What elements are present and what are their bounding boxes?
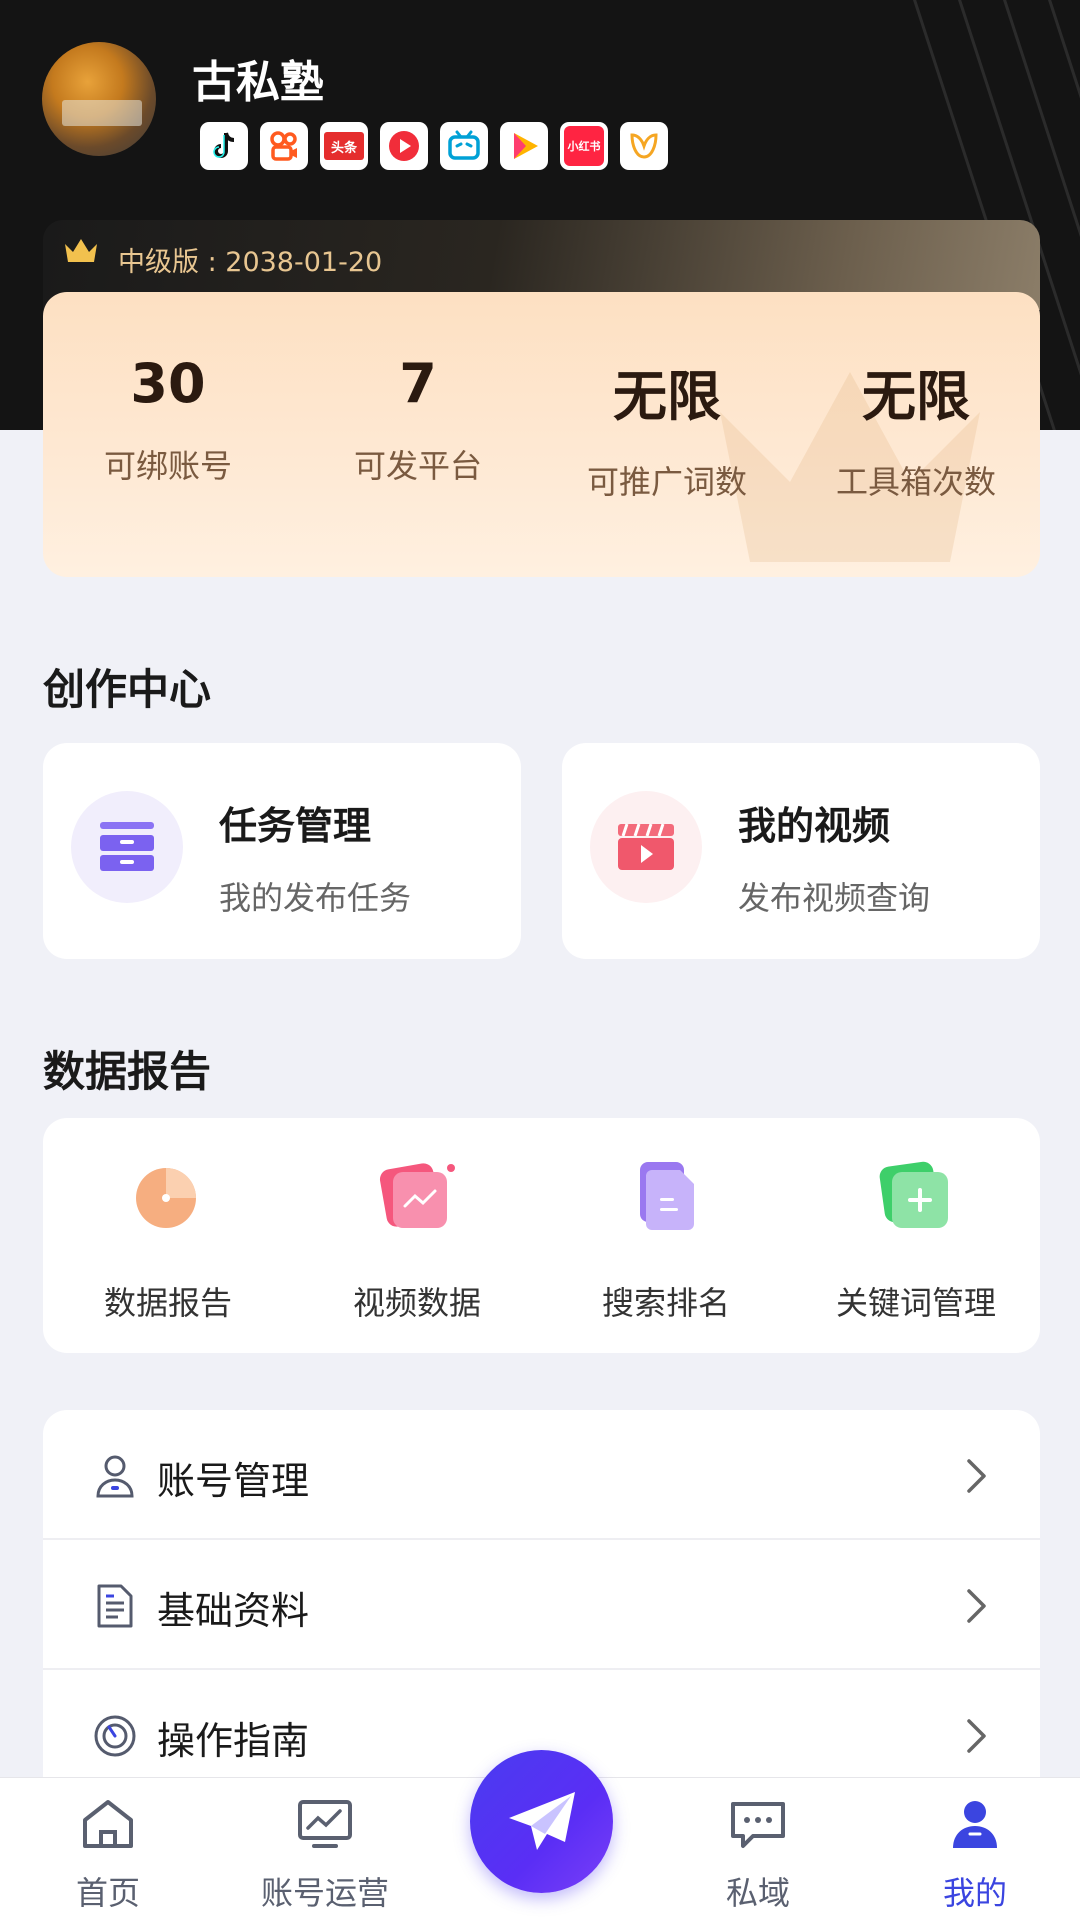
menu-item-label: 基础资料: [157, 1589, 310, 1633]
chevron-right-icon: [967, 1589, 986, 1623]
data-report-title: 数据报告: [43, 1047, 212, 1096]
xiaohongshu-icon[interactable]: 小红书: [560, 122, 608, 170]
profile-icon: [953, 1801, 997, 1848]
stat-label: 可绑账号: [103, 447, 232, 485]
stat-value: 30: [130, 352, 206, 415]
membership-stats: 30 可绑账号 7 可发平台 无限 可推广词数 无限 工具箱次数: [43, 292, 1040, 577]
kuaishou-icon[interactable]: [260, 122, 308, 170]
menu-item-label: 操作指南: [157, 1719, 310, 1763]
tab-label: 私域: [725, 1874, 790, 1912]
username: 古私塾: [192, 57, 324, 108]
stat-label: 工具箱次数: [835, 463, 996, 501]
stat-keywords: 无限 可推广词数: [542, 352, 792, 503]
keyword-management-label: 关键词管理: [835, 1284, 996, 1322]
stat-toolbox: 无限 工具箱次数: [791, 352, 1040, 503]
search-ranking-label: 搜索排名: [601, 1284, 730, 1322]
tab-label: 我的: [942, 1874, 1007, 1912]
file-icon: [97, 1584, 133, 1628]
pie-chart-icon: [136, 1168, 196, 1228]
add-card-icon: [879, 1161, 948, 1228]
keyword-management-item[interactable]: 关键词管理: [791, 1118, 1041, 1353]
platform-icons: 头条 小红书: [200, 122, 668, 170]
trend-card-icon: [379, 1163, 455, 1228]
video-channel-icon[interactable]: [500, 122, 548, 170]
settings-list: 账号管理 基础资料 操作指南: [43, 1410, 1040, 1800]
chevron-right-icon: [967, 1719, 986, 1753]
paper-plane-icon: [508, 1791, 575, 1850]
menu-item-basic-info[interactable]: 基础资料: [43, 1540, 1040, 1670]
stat-label: 可发平台: [353, 447, 482, 485]
tab-home[interactable]: 首页: [33, 1796, 183, 1914]
weibo-icon[interactable]: [620, 122, 668, 170]
monitor-chart-icon: [298, 1800, 352, 1848]
home-icon: [83, 1800, 133, 1848]
data-report-grid: 数据报告 视频数据 搜索排名 关键词管理: [43, 1118, 1040, 1353]
membership-label: 中级版 : 2038-01-20: [118, 247, 383, 278]
crown-icon: [65, 239, 97, 262]
my-videos-card[interactable]: 我的视频 发布视频查询: [562, 743, 1040, 959]
video-clapper-icon: [590, 791, 702, 903]
menu-item-label: 账号管理: [157, 1459, 310, 1503]
card-title: 任务管理: [219, 804, 372, 848]
chat-icon: [731, 1802, 785, 1848]
stat-value: 无限: [862, 365, 970, 428]
card-subtitle: 发布视频查询: [738, 879, 931, 917]
creation-center-title: 创作中心: [43, 665, 212, 714]
chevron-right-icon: [967, 1459, 986, 1493]
tab-private-domain[interactable]: 私域: [683, 1796, 833, 1914]
xigua-icon[interactable]: [380, 122, 428, 170]
document-icon: [640, 1162, 694, 1230]
user-icon: [96, 1455, 134, 1498]
tab-label: 账号运营: [260, 1874, 389, 1912]
toutiao-text: 头条: [324, 132, 364, 160]
drawer-icon: [71, 791, 183, 903]
video-data-item[interactable]: 视频数据: [292, 1118, 542, 1353]
stat-value: 7: [399, 352, 437, 415]
data-report-label: 数据报告: [103, 1284, 232, 1322]
search-ranking-item[interactable]: 搜索排名: [541, 1118, 791, 1353]
stat-value: 无限: [613, 365, 721, 428]
xiaohongshu-text: 小红书: [564, 126, 604, 166]
data-report-item[interactable]: 数据报告: [43, 1118, 293, 1353]
tab-label: 首页: [75, 1874, 140, 1912]
video-data-label: 视频数据: [352, 1284, 481, 1322]
stat-bind-accounts: 30 可绑账号: [43, 352, 293, 487]
avatar[interactable]: [42, 42, 156, 156]
card-title: 我的视频: [738, 804, 891, 848]
publish-fab-button[interactable]: [470, 1750, 613, 1893]
douyin-icon[interactable]: [200, 122, 248, 170]
menu-item-account-management[interactable]: 账号管理: [43, 1410, 1040, 1540]
stat-label: 可推广词数: [586, 463, 747, 501]
task-management-card[interactable]: 任务管理 我的发布任务: [43, 743, 521, 959]
card-subtitle: 我的发布任务: [219, 879, 412, 917]
toutiao-icon[interactable]: 头条: [320, 122, 368, 170]
tab-account-operation[interactable]: 账号运营: [250, 1796, 400, 1914]
compass-icon: [94, 1715, 136, 1757]
tab-mine[interactable]: 我的: [900, 1796, 1050, 1914]
bilibili-icon[interactable]: [440, 122, 488, 170]
stat-platforms: 7 可发平台: [293, 352, 543, 487]
